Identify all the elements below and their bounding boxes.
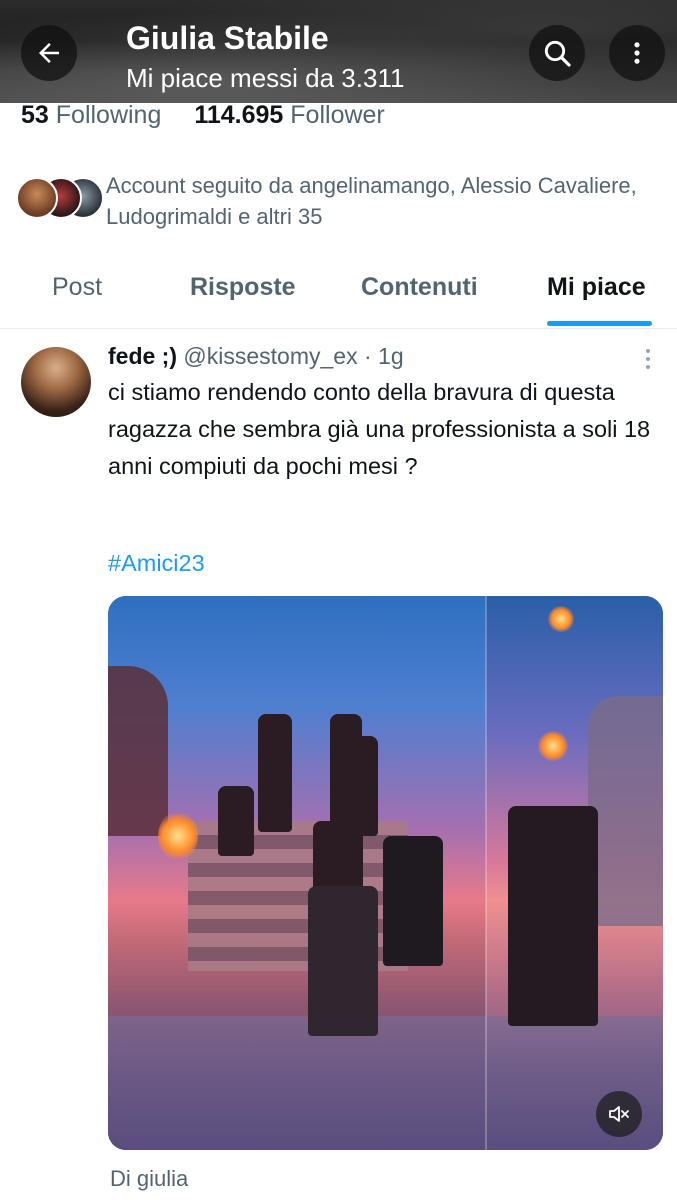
profile-tabs: Post Risposte Contenuti Mi piace [0,257,677,329]
more-vertical-icon [646,349,650,369]
dancer-figure [308,886,378,1036]
following-link[interactable]: 53 Following [21,101,161,129]
dancer-figure [383,836,443,966]
tweet-author-avatar[interactable] [21,347,91,417]
stage-light [538,731,568,761]
followed-by-text: Account seguito da angelinamango, Alessi… [106,173,637,229]
tweet-text: ci stiamo rendendo conto della bravura d… [108,379,651,479]
avatar [16,177,58,219]
profile-name: Giulia Stabile [126,20,329,56]
mute-button[interactable] [596,1091,642,1137]
arrow-left-icon [39,43,59,63]
followers-count: 114.695 [194,101,284,129]
video-split-divider [485,596,487,1150]
media-attribution: Di giulia [110,1166,189,1191]
scenery-rock [108,666,168,836]
search-button[interactable] [529,25,585,81]
dancer-figure [508,806,598,1026]
more-options-button[interactable] [609,25,665,81]
dancer-figure [258,714,292,832]
tab-contenuti[interactable]: Contenuti [361,273,478,302]
following-label: Following [55,101,162,129]
volume-muted-icon [609,1106,629,1122]
tweet-time[interactable]: 1g [378,343,404,369]
tweet-separator: · [363,343,372,369]
tweet-more-button[interactable] [640,346,656,374]
follow-stats: 53 Following 114.695 Follower [21,101,411,130]
tweet-header: fede ;) @kissestomy_ex · 1g [108,343,404,370]
tweet-video[interactable] [108,596,663,1150]
tab-post[interactable]: Post [52,273,102,302]
active-tab-indicator [547,321,652,326]
followers-label: Follower [290,101,385,129]
tab-risposte[interactable]: Risposte [190,273,296,302]
tab-mi-piace[interactable]: Mi piace [547,273,646,302]
mutual-avatars [16,177,106,221]
tweet-author-name[interactable]: fede ;) [108,343,177,369]
more-vertical-icon [634,42,640,64]
stage-floor [108,1016,663,1150]
tweet-author-handle[interactable]: @kissestomy_ex [183,343,357,369]
stage-light [548,606,574,632]
followers-link[interactable]: 114.695 Follower [194,101,384,129]
scenery-rock [588,696,663,926]
hashtag-link[interactable]: #Amici23 [108,550,205,577]
search-icon [544,40,571,67]
torch-light [158,811,198,861]
likes-count-subtitle: Mi piace messi da 3.311 [126,63,405,93]
profile-header: Giulia Stabile Mi piace messi da 3.311 [0,0,677,103]
back-button[interactable] [21,25,77,81]
following-count: 53 [21,101,49,129]
dancer-figure [218,786,254,856]
